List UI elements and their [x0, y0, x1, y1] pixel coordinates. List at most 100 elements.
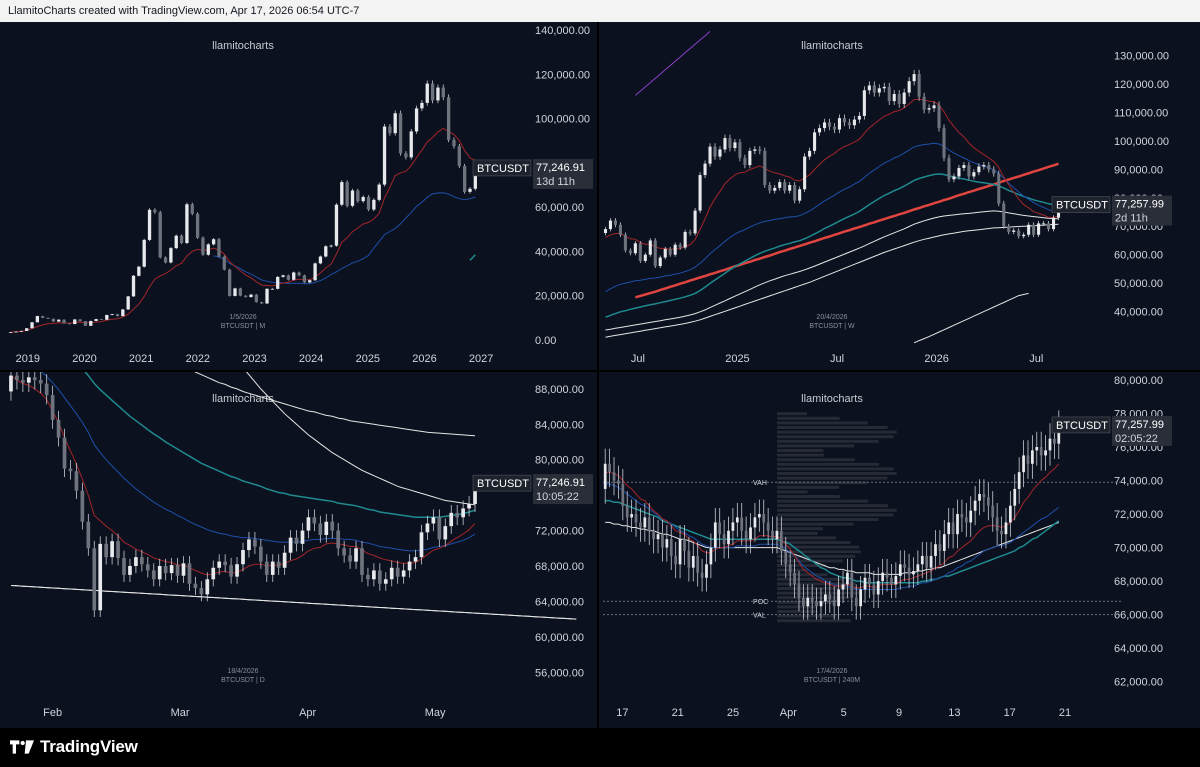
candle-body [647, 517, 651, 531]
candle-body [1026, 455, 1030, 464]
candle-body [342, 548, 346, 556]
weekly-chart[interactable]: llamitocharts 20/4/2026 BTCUSDT | W 130,000… [599, 22, 1200, 370]
candle-body [377, 570, 382, 584]
candle-body [857, 115, 861, 120]
candle-body [898, 564, 902, 577]
candle-body [663, 248, 667, 258]
price-label-value: 77,246.91 [536, 477, 585, 489]
candle-body [260, 302, 264, 304]
candle-body [174, 235, 178, 249]
candle-body [115, 314, 120, 317]
candle-body [324, 246, 328, 257]
candle-body [841, 584, 845, 590]
candle-body [643, 517, 647, 528]
candle-body [749, 527, 752, 540]
volume-profile-bar [777, 600, 835, 604]
symbol-info: BTCUSDT | D [221, 677, 265, 684]
candle-body [859, 589, 862, 607]
candle-body [157, 566, 162, 580]
monthly-chart[interactable]: llamitocharts 1/5/2026 BTCUSDT | M 140,000.… [0, 22, 597, 370]
tradingview-logo[interactable]: TradingView [10, 737, 138, 757]
candle-body [345, 182, 349, 206]
candle-body [956, 514, 959, 535]
candle-body [819, 601, 823, 607]
candle-body [169, 565, 174, 574]
candle-body [211, 567, 216, 580]
four-hour-chart[interactable]: llamitocharts 17/4/2026 BTCUSDT | 240M 80,0… [599, 372, 1200, 728]
candle-body [297, 272, 301, 276]
candle-body [142, 239, 146, 267]
candle-body [920, 555, 924, 565]
x-tick-label: Jul [830, 353, 844, 365]
price-label-countdown: 02:05:22 [1115, 433, 1158, 445]
candle-body [703, 163, 707, 176]
candle-body [810, 597, 814, 602]
daily-chart[interactable]: llamitocharts 18/4/2026 BTCUSDT | D 88,000.… [0, 372, 597, 728]
candle-body [51, 318, 56, 322]
candle-body [94, 319, 98, 321]
candle-body [818, 128, 822, 133]
candle-body [19, 330, 24, 332]
candle-body [862, 90, 866, 116]
candle-body [722, 534, 726, 545]
candle-body [361, 196, 365, 202]
candle-body [265, 288, 269, 304]
chart-panel-weekly[interactable]: llamitocharts 20/4/2026 BTCUSDT | W 130,000… [599, 22, 1200, 370]
candle-body [21, 380, 25, 383]
candle-body [38, 380, 43, 384]
volume-profile-bar [777, 481, 868, 485]
candle-body [195, 213, 200, 238]
candle-body [407, 561, 412, 571]
candle-body [1051, 217, 1056, 230]
price-label-value: 77,246.91 [536, 162, 585, 174]
chart-panel-4h[interactable]: llamitocharts 17/4/2026 BTCUSDT | 240M 80,0… [599, 372, 1200, 728]
x-tick-label: 2022 [186, 353, 210, 365]
candle-body [852, 119, 856, 126]
candle-body [356, 190, 360, 202]
candle-body [907, 567, 911, 575]
candle-body [383, 579, 388, 584]
candle-body [57, 319, 61, 322]
candle-body [753, 149, 757, 151]
volume-profile-bar [777, 430, 897, 434]
candle-body [877, 88, 881, 93]
candle-body [827, 122, 832, 127]
candle-body [336, 530, 341, 549]
candle-body [46, 317, 50, 319]
y-tick-label: 20,000.00 [535, 291, 584, 303]
candle-body [673, 244, 677, 255]
candle-body [916, 564, 920, 572]
candle-body [661, 534, 664, 548]
candle-body [934, 544, 937, 556]
candle-body [153, 209, 157, 213]
candle-body [1032, 224, 1036, 235]
volume-profile-bar [777, 531, 818, 535]
chart-panel-daily[interactable]: llamitocharts 18/4/2026 BTCUSDT | D 88,000.… [0, 372, 597, 728]
candle-body [947, 157, 951, 180]
candle-body [409, 131, 413, 158]
candle-body [927, 108, 931, 110]
chart-panel-monthly[interactable]: llamitocharts 1/5/2026 BTCUSDT | M 140,000.… [0, 22, 597, 370]
candle-body [436, 87, 440, 101]
volume-profile-bar [777, 444, 855, 448]
candle-body [828, 594, 832, 600]
candle-body [288, 537, 293, 553]
candle-body [247, 539, 251, 551]
price-label-value: 77,257.99 [1115, 419, 1164, 431]
candle-body [868, 577, 871, 585]
volume-profile-bar [777, 527, 823, 531]
candle-body [766, 522, 770, 531]
candle-body [803, 156, 807, 190]
candle-body [281, 275, 285, 277]
x-tick-label: 13 [948, 707, 960, 719]
candle-body [964, 517, 968, 523]
candle-body [270, 288, 275, 290]
candle-body [395, 567, 400, 577]
candle-body [104, 543, 109, 558]
candle-body [1000, 530, 1003, 535]
candle-body [329, 245, 333, 247]
candle-body [1031, 450, 1034, 464]
candle-body [99, 319, 104, 320]
candle-body [1008, 505, 1012, 523]
y-tick-label: 80,000.00 [1114, 375, 1163, 387]
